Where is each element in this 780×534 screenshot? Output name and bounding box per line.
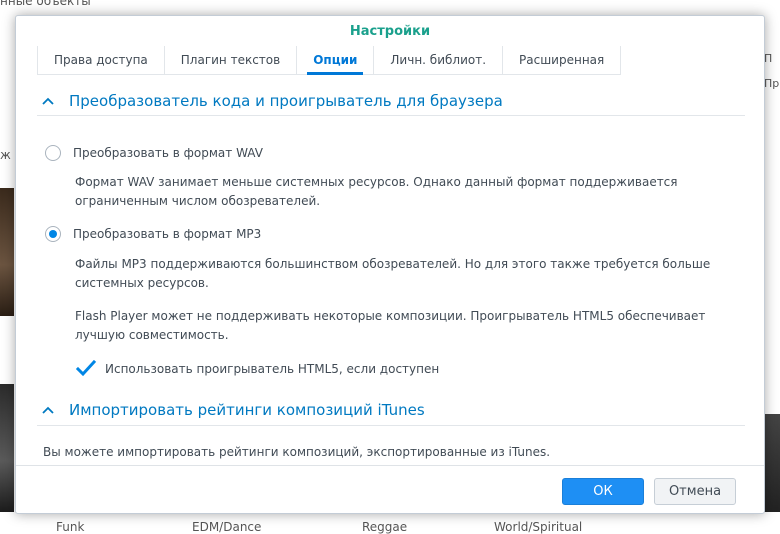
mp3-description: Файлы MP3 поддерживаются большинством об…: [75, 255, 715, 293]
bg-right-text-fragment: Пр: [764, 77, 780, 90]
tab-advanced[interactable]: Расширенная: [502, 46, 622, 74]
itunes-import-description: Вы можете импортировать рейтинги компози…: [43, 445, 551, 459]
html5-player-option[interactable]: Использовать проигрыватель HTML5, если д…: [75, 360, 439, 378]
bg-right-text-fragment: П: [764, 52, 773, 65]
bg-genre-label[interactable]: Funk: [56, 520, 84, 534]
bg-heading-fragment: нные объекты: [0, 0, 91, 8]
tab-options[interactable]: Опции: [296, 46, 373, 75]
description-line: Файлы MP3 поддерживаются большинством об…: [75, 257, 711, 271]
section-transcoder-header[interactable]: Преобразователь кода и проигрыватель для…: [37, 92, 503, 110]
radio-label: Преобразовать в формат WAV: [73, 146, 263, 160]
section-divider: [37, 115, 745, 116]
tab-bar: Права доступа Плагин текстов Опции Личн.…: [37, 46, 622, 75]
cancel-button[interactable]: Отмена: [654, 478, 736, 505]
description-line: ограниченным числом обозревателей.: [75, 194, 321, 208]
bg-left-text-fragment: ж: [0, 148, 11, 162]
bg-album-thumbnail: [0, 188, 14, 316]
tab-personal-library[interactable]: Личн. библиот.: [373, 46, 502, 74]
dialog-footer: ОК Отмена: [16, 465, 764, 514]
description-line: лучшую совместимость.: [75, 328, 229, 342]
bg-genre-label[interactable]: EDM/Dance: [192, 520, 261, 534]
flash-player-note: Flash Player может не поддерживать некот…: [75, 307, 715, 345]
radio-convert-mp3[interactable]: Преобразовать в формат MP3: [45, 226, 261, 242]
settings-dialog: Настройки Права доступа Плагин текстов О…: [15, 15, 765, 514]
radio-label: Преобразовать в формат MP3: [73, 227, 262, 241]
tab-access-rights[interactable]: Права доступа: [37, 46, 164, 74]
checkbox-checked-icon[interactable]: [75, 360, 97, 378]
description-line: Flash Player может не поддерживать некот…: [75, 309, 706, 323]
bg-album-thumbnail: [0, 384, 14, 512]
description-line: системных ресурсов.: [75, 276, 209, 290]
bg-genre-row: Funk EDM/Dance Reggae World/Spiritual: [0, 512, 780, 534]
section-title: Преобразователь кода и проигрыватель для…: [69, 92, 503, 110]
tab-lyrics-plugin[interactable]: Плагин текстов: [163, 46, 296, 74]
section-divider: [37, 425, 745, 426]
chevron-up-icon: [42, 97, 54, 105]
description-line: Формат WAV занимает меньше системных рес…: [75, 175, 678, 189]
radio-button-wav[interactable]: [45, 145, 61, 161]
bg-genre-label[interactable]: World/Spiritual: [494, 520, 582, 534]
section-title: Импортировать рейтинги композиций iTunes: [69, 401, 425, 419]
checkbox-label: Использовать проигрыватель HTML5, если д…: [105, 362, 440, 376]
ok-button[interactable]: ОК: [562, 478, 644, 505]
radio-button-mp3[interactable]: [45, 226, 61, 242]
options-panel: Преобразователь кода и проигрыватель для…: [37, 86, 749, 465]
chevron-up-icon: [42, 406, 54, 414]
radio-convert-wav[interactable]: Преобразовать в формат WAV: [45, 145, 263, 161]
dialog-title: Настройки: [349, 24, 431, 39]
bg-genre-label[interactable]: Reggae: [362, 520, 407, 534]
wav-description: Формат WAV занимает меньше системных рес…: [75, 173, 715, 211]
section-itunes-header[interactable]: Импортировать рейтинги композиций iTunes: [37, 401, 425, 419]
